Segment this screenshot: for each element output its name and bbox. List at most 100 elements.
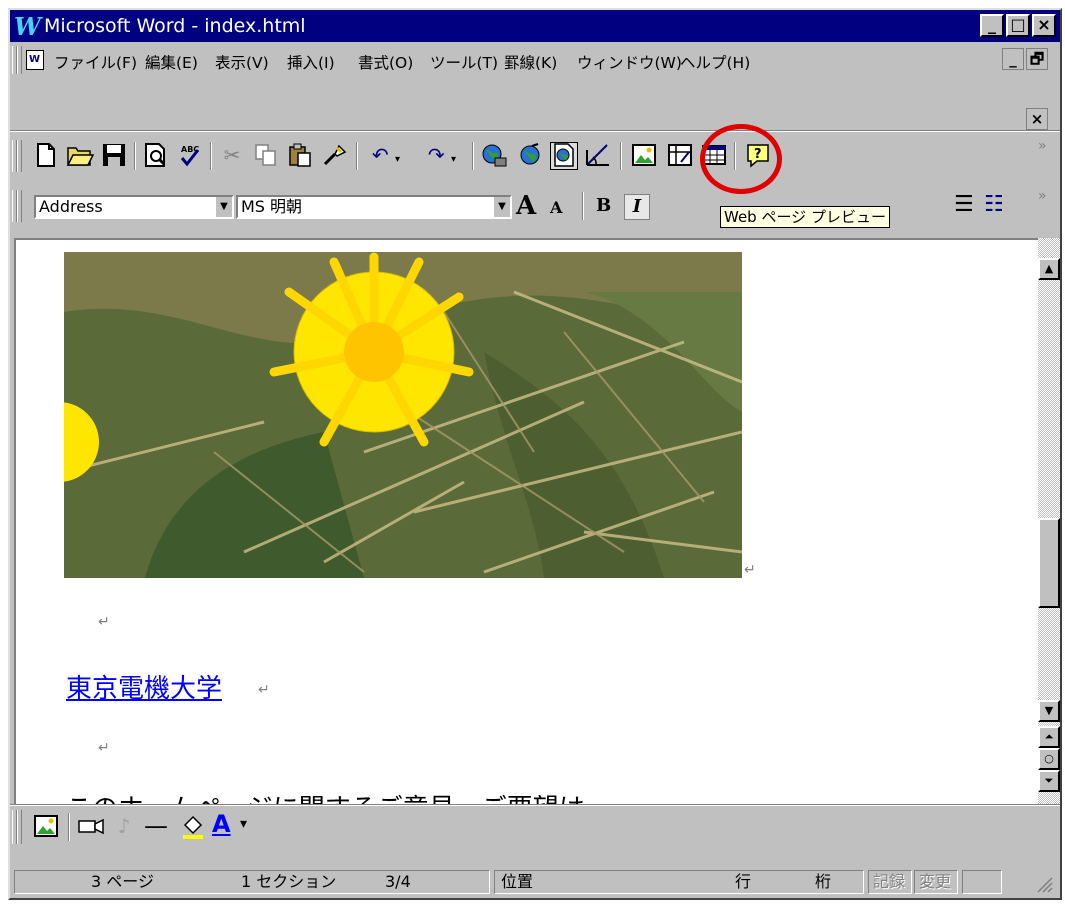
toolbar-separator	[210, 142, 212, 170]
print-preview-icon[interactable]	[142, 142, 170, 170]
word-window: W Microsoft Word - index.html _ □ × W ファ…	[8, 8, 1062, 900]
form-design-icon[interactable]	[584, 142, 612, 170]
body-text: このホームページに関するご意見・ご要望は	[66, 788, 585, 804]
status-section: 1 セクション	[241, 872, 337, 891]
chevron-down-icon[interactable]: ▼	[215, 197, 232, 217]
bold-button[interactable]: B	[596, 195, 611, 216]
maximize-button[interactable]: □	[1006, 14, 1030, 37]
paste-icon[interactable]	[286, 142, 314, 170]
menu-bar: W ファイル(F) 編集(E) 表示(V) 挿入(I) 書式(O) ツール(T)…	[10, 44, 1060, 76]
drawing-grip-2	[17, 810, 22, 844]
status-rec[interactable]: 記録	[868, 870, 912, 894]
save-disk-icon[interactable]	[100, 142, 128, 170]
menu-insert[interactable]: 挿入(I)	[287, 51, 335, 73]
menu-grip-2	[17, 46, 22, 74]
highlight-circle	[700, 124, 782, 194]
doc-close-button[interactable]: ×	[1026, 108, 1048, 130]
toolbar-separator	[620, 142, 622, 170]
scroll-down-button[interactable]: ▼	[1038, 700, 1060, 722]
menu-view[interactable]: 表示(V)	[215, 51, 269, 73]
toolbar-more-icon[interactable]: »	[1038, 188, 1047, 204]
status-page: 3 ページ	[91, 872, 154, 891]
toolbar-separator	[68, 813, 70, 841]
formatting-toolbar: Address ▼ MS 明朝 ▼ A A B I ☰ ☷ »	[10, 186, 1060, 226]
menu-format[interactable]: 書式(O)	[358, 51, 413, 73]
insert-picture-icon[interactable]	[32, 813, 60, 841]
status-page-info: 3 ページ 1 セクション 3/4	[14, 870, 490, 894]
new-document-icon[interactable]	[32, 142, 60, 170]
horizontal-line-button[interactable]: —	[144, 812, 168, 840]
web-page-preview-icon[interactable]	[550, 142, 578, 170]
bullet-list-icon[interactable]: ☷	[984, 192, 1004, 217]
paragraph-mark: ↵	[258, 682, 270, 698]
align-justify-icon[interactable]: ☰	[954, 192, 974, 217]
paragraph-mark: ↵	[98, 614, 110, 630]
shrink-font-button[interactable]: A	[550, 198, 562, 217]
status-position: 位置	[501, 872, 534, 891]
window-title: Microsoft Word - index.html	[44, 15, 306, 37]
document-area[interactable]: ↵ ↵ 東京電機大学 ↵ ↵ このホームページに関するご意見・ご要望は	[14, 238, 1038, 804]
cut-icon[interactable]: ✂	[218, 142, 246, 170]
font-select-value: MS 明朝	[241, 197, 303, 216]
toolbar-grip-2	[17, 140, 22, 172]
vertical-scrollbar[interactable]: ▲ ▼ ⏶ ○ ⏷	[1038, 238, 1060, 804]
menu-table[interactable]: 罫線(K)	[504, 51, 557, 73]
next-page-button[interactable]: ⏷	[1038, 770, 1060, 792]
copy-icon[interactable]	[252, 142, 280, 170]
style-select-value: Address	[39, 197, 103, 216]
grow-font-button[interactable]: A	[516, 191, 536, 221]
document-icon[interactable]: W	[26, 50, 44, 70]
undo-icon[interactable]: ↶ ▾	[366, 142, 406, 170]
status-extra	[962, 870, 1002, 894]
open-folder-icon[interactable]	[66, 142, 95, 170]
university-link[interactable]: 東京電機大学	[66, 668, 222, 705]
tooltip: Web ページ プレビュー	[720, 206, 890, 228]
web-browse-icon[interactable]	[480, 142, 508, 170]
status-position-info: 位置 行 桁	[494, 870, 864, 894]
status-bar: 3 ページ 1 セクション 3/4 位置 行 桁 記録 変更	[10, 868, 1060, 898]
font-select[interactable]: MS 明朝 ▼	[236, 195, 512, 219]
font-color-button[interactable]: A	[212, 810, 231, 838]
spelling-icon[interactable]: ABC	[176, 142, 204, 170]
toolbar-separator	[472, 142, 474, 170]
chevron-down-icon[interactable]: ▼	[493, 197, 510, 217]
menu-help[interactable]: ヘルプ(H)	[680, 51, 750, 73]
menu-file[interactable]: ファイル(F)	[54, 51, 137, 73]
sound-icon[interactable]: ♪	[110, 813, 138, 841]
select-browse-object-button[interactable]: ○	[1038, 748, 1060, 770]
menu-edit[interactable]: 編集(E)	[145, 51, 198, 73]
hyperlink-globe-icon[interactable]	[516, 142, 544, 170]
scroll-thumb[interactable]	[1038, 518, 1060, 608]
style-select[interactable]: Address ▼	[34, 195, 234, 219]
minimize-button[interactable]: _	[980, 14, 1004, 37]
insert-picture-icon[interactable]	[630, 142, 658, 170]
video-camera-icon[interactable]	[76, 813, 106, 841]
toolbar-separator	[356, 142, 358, 170]
fill-color-icon[interactable]	[178, 813, 206, 841]
previous-page-button[interactable]: ⏶	[1038, 726, 1060, 748]
menu-tools[interactable]: ツール(T)	[430, 51, 498, 73]
close-button[interactable]: ×	[1032, 14, 1056, 37]
word-app-icon[interactable]: W	[14, 12, 41, 41]
scroll-up-button[interactable]: ▲	[1038, 258, 1060, 280]
format-painter-icon[interactable]	[320, 142, 348, 170]
status-line: 行	[735, 872, 752, 891]
paragraph-mark: ↵	[98, 740, 110, 756]
paragraph-mark: ↵	[744, 562, 756, 578]
status-trk[interactable]: 変更	[914, 870, 958, 894]
status-page-of: 3/4	[385, 872, 411, 891]
menu-window[interactable]: ウィンドウ(W)	[577, 51, 682, 73]
toolbar-separator	[582, 192, 584, 220]
redo-icon[interactable]: ↷ ▾	[422, 142, 462, 170]
title-bar[interactable]: W Microsoft Word - index.html _ □ ×	[10, 10, 1060, 42]
italic-button[interactable]: I	[624, 194, 650, 220]
chevron-down-icon[interactable]: ▾	[240, 816, 247, 832]
doc-restore-button[interactable]: 🗗	[1026, 48, 1048, 70]
resize-grip[interactable]	[1034, 874, 1054, 894]
toolbar-more-icon[interactable]: »	[1038, 138, 1047, 154]
status-column: 桁	[815, 872, 832, 891]
insert-table-icon[interactable]	[666, 142, 694, 170]
doc-minimize-button[interactable]: _	[1002, 48, 1024, 70]
dandelion-photo[interactable]	[19, 252, 743, 582]
divider	[10, 130, 1060, 132]
